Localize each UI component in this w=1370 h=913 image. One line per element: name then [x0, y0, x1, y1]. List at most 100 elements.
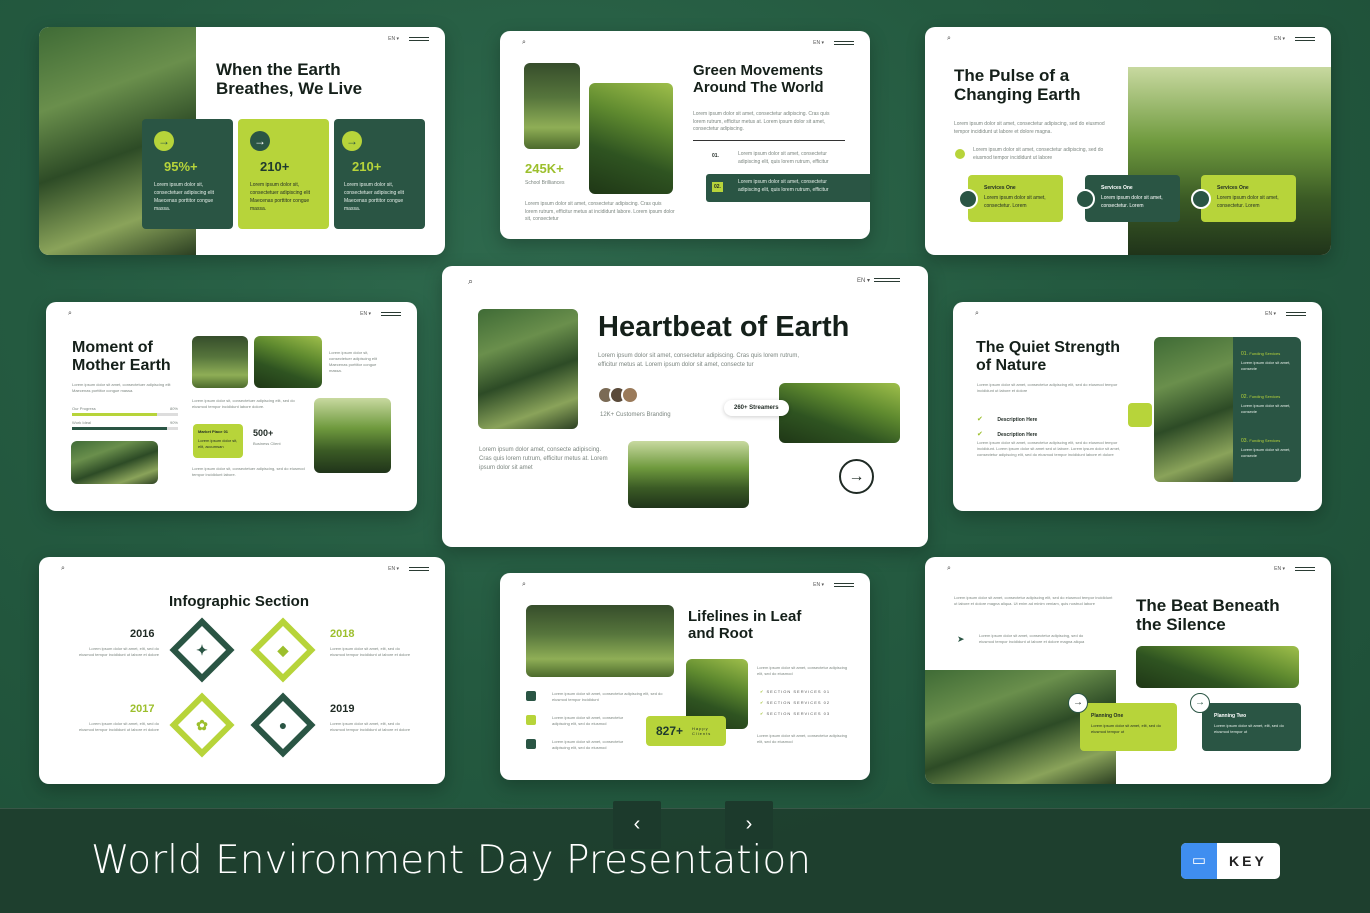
- next-arrow-button[interactable]: →: [839, 459, 874, 494]
- arrow-icon: →: [154, 131, 174, 151]
- stat-value: 245K+: [525, 161, 564, 176]
- language-selector: EN ▾: [360, 311, 371, 317]
- language-selector: EN ▾: [856, 278, 870, 284]
- search-icon: ⌕: [947, 35, 951, 42]
- search-icon: ⌕: [522, 581, 526, 588]
- slide-note: Lorem ipsum dolor sit amet, consectetur …: [973, 147, 1104, 161]
- slide-thumbnail-6[interactable]: ⌕ EN ▾ The Quiet Strength of Nature Lore…: [953, 302, 1322, 511]
- forest-photo: [524, 63, 580, 149]
- progress-pct: 80%: [169, 406, 178, 411]
- search-icon: ⌕: [975, 310, 979, 317]
- slide-topbar: ⌕ EN ▾: [947, 565, 1315, 575]
- market-text: Lorem ipsum dolor sit, elit, accumsan: [198, 438, 238, 449]
- slide-title: Lifelines in Leaf and Root: [688, 608, 802, 642]
- search-icon: ⌕: [68, 310, 72, 317]
- slide-topbar: ⌕ EN ▾: [61, 565, 429, 575]
- slide-title: The Pulse of a Changing Earth: [954, 66, 1081, 104]
- streamers-badge: 260+ Streamers: [724, 400, 789, 416]
- side-text: Lorem ipsum dolor sit, consectetuer adip…: [329, 350, 378, 373]
- slide-description: Lorem ipsum dolor sit amet, consectetur …: [977, 382, 1118, 393]
- service-item: ✔ SECTION SERVICES 02: [760, 700, 830, 705]
- progress-fill: [72, 427, 168, 430]
- divider: [693, 140, 845, 141]
- check-icon: ✔: [760, 700, 765, 705]
- year-label: 2016: [130, 628, 155, 640]
- slide-title: Moment of Mother Earth: [72, 339, 171, 374]
- stat-text: Lorem ipsum dolor sit, consectetuer adip…: [250, 182, 311, 212]
- row-text: Lorem ipsum dolor sit amet, consectetur …: [552, 739, 624, 750]
- language-selector: EN ▾: [1265, 311, 1276, 317]
- slide-thumbnail-3[interactable]: ⌕ EN ▾ The Pulse of a Changing Earth Lor…: [925, 27, 1331, 255]
- row-text: Lorem ipsum dolor sit amet, consectetur …: [552, 715, 624, 726]
- plan-text: Lorem ipsum dolor sit amet, elit, sed do…: [1091, 723, 1161, 734]
- progress-label: Work Ideal: [72, 420, 92, 425]
- progress-label: Our Progress: [72, 406, 96, 411]
- year-label: 2017: [130, 703, 155, 715]
- check-icon: ✔: [760, 711, 765, 716]
- progress-bar: Our Progress 80%: [72, 406, 178, 416]
- services-list: ✔ SECTION SERVICES 01 ✔ SECTION SERVICES…: [760, 689, 830, 716]
- menu-icon: [409, 37, 429, 41]
- check-icon: ✔: [760, 689, 765, 694]
- forest-photo: [314, 398, 391, 473]
- search-icon: ⌕: [61, 565, 65, 572]
- slide-title: The Quiet Strength of Nature: [976, 339, 1120, 374]
- slide-topbar: ⌕ EN ▾: [468, 276, 900, 286]
- list-item-active: 02. Lorem ipsum dolor sit amet, consecte…: [706, 174, 870, 202]
- service-label: SECTION SERVICES 02: [766, 700, 831, 705]
- send-icon: ➤: [957, 634, 965, 644]
- slide-footer-text: Lorem ipsum dolor sit amet, consectetur …: [525, 201, 675, 222]
- plan-text: Lorem ipsum dolor sit amet, elit, sed do…: [1214, 723, 1284, 734]
- row-icon: [526, 739, 536, 749]
- slide-title: Heartbeat of Earth: [598, 311, 850, 343]
- forest-photo: [478, 309, 578, 429]
- stat-label: School Brilliances: [525, 180, 565, 186]
- menu-icon: [874, 278, 900, 282]
- funding-text: Lorem ipsum dolor sit amet, consecte: [1241, 360, 1291, 371]
- progress-fill: [72, 413, 157, 416]
- service-text: Lorem ipsum dolor sit amet, consectetur.…: [1101, 195, 1163, 209]
- language-selector: EN ▾: [1274, 566, 1285, 572]
- year-label: 2018: [330, 628, 355, 640]
- language-selector: EN ▾: [388, 566, 399, 572]
- moss-tree-photo: [589, 83, 673, 194]
- arrow-icon: →: [342, 131, 362, 151]
- slide-title: Infographic Section: [169, 593, 310, 610]
- slide-thumbnail-2[interactable]: ⌕ EN ▾ 245K+ School Brilliances Green Mo…: [500, 31, 870, 239]
- funding-name: Funding Services: [1249, 438, 1281, 443]
- year-label: 2019: [330, 703, 355, 715]
- forest-photo: [192, 336, 248, 388]
- right-text: Lorem ipsum dolor sit amet, consectetur …: [757, 665, 848, 676]
- list-item: 01. Lorem ipsum dolor sit amet, consecte…: [710, 151, 870, 171]
- slide-thumbnail-8[interactable]: ⌕ EN ▾ Lifelines in Leaf and Root Lorem …: [500, 573, 870, 780]
- keynote-icon: ▭: [1181, 843, 1217, 879]
- slide-thumbnail-9[interactable]: ⌕ EN ▾ Lorem ipsum dolor sit amet, conse…: [925, 557, 1331, 784]
- right-footer-text: Lorem ipsum dolor sit amet, consectetur …: [757, 733, 848, 744]
- stat-value: 210+: [260, 159, 290, 174]
- slide-thumbnail-featured[interactable]: ⌕ EN ▾ Heartbeat of Earth Lorem ipsum do…: [442, 266, 928, 547]
- diamond-icon-2016: ✦: [169, 617, 235, 683]
- check-icon: ✔: [977, 431, 983, 438]
- badge-label: KEY: [1229, 853, 1267, 869]
- slide-thumbnail-1[interactable]: EN ▾ When the Earth Breathes, We Live → …: [39, 27, 445, 255]
- key-format-badge[interactable]: ▭ KEY: [1181, 843, 1280, 879]
- plan-name: Planning One: [1091, 713, 1124, 719]
- slide-thumbnail-7[interactable]: ⌕ EN ▾ Infographic Section ✦ ◆ ✿ ● 2016 …: [39, 557, 445, 784]
- slide-thumbnail-4[interactable]: ⌕ EN ▾ Moment of Mother Earth Lorem ipsu…: [46, 302, 417, 511]
- slide-topbar: ⌕ EN ▾: [68, 310, 401, 320]
- progress-bar: Work Ideal 90%: [72, 420, 178, 430]
- service-name: Services One: [1217, 185, 1249, 191]
- service-item: ✔ SECTION SERVICES 01: [760, 689, 830, 694]
- slide-topbar: ⌕ EN ▾: [947, 35, 1315, 45]
- item-number: 01.: [712, 153, 719, 159]
- language-selector: EN ▾: [813, 40, 824, 46]
- arrow-icon: →: [1190, 693, 1210, 713]
- funding-text: Lorem ipsum dolor sit amet, consecte: [1241, 447, 1291, 458]
- customers-label: 12K+ Customers Branding: [600, 412, 671, 418]
- lightbulb-icon: [955, 149, 965, 159]
- stat-value: 500+: [253, 428, 274, 438]
- service-icon: [958, 189, 978, 209]
- slide-note: Lorem ipsum dolor sit amet, consectetur …: [979, 633, 1085, 644]
- stat-card: 827+ Happy Clients: [646, 716, 726, 746]
- row-text: Lorem ipsum dolor sit amet, consectetur …: [552, 691, 663, 702]
